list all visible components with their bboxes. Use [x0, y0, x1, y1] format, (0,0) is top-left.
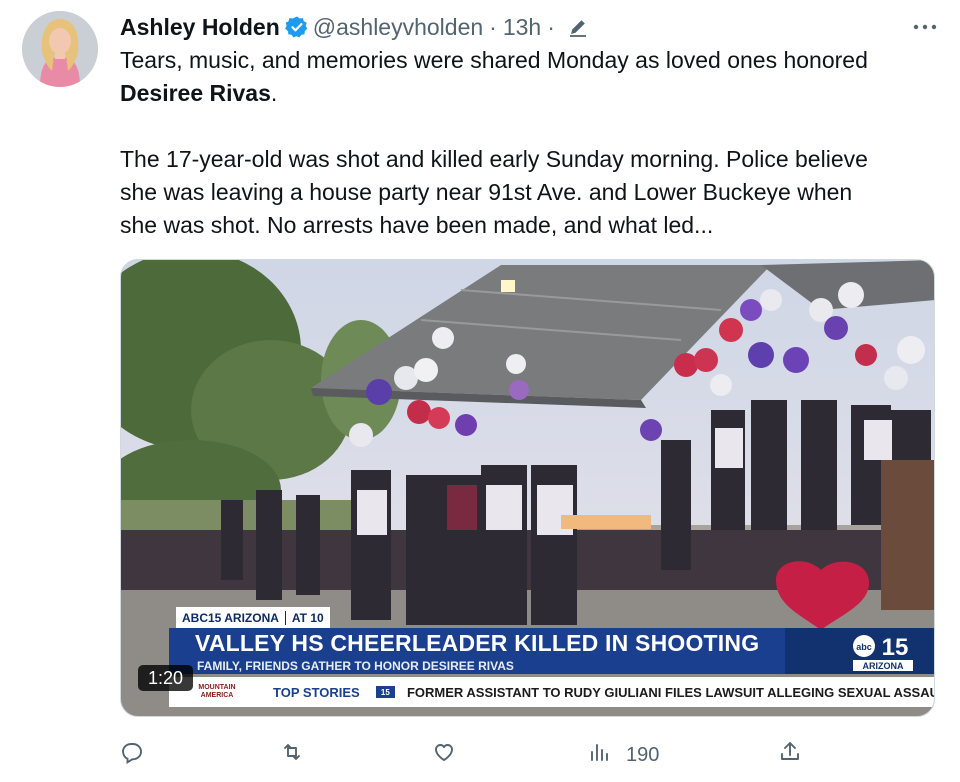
- avatar[interactable]: [22, 11, 98, 87]
- retweet-icon: [280, 740, 304, 770]
- tweet-header: Ashley Holden @ashleyvholden · 13h ·: [120, 10, 940, 44]
- tweet-text-line: she was shot. No arrests have been made,…: [120, 212, 714, 238]
- news-subheadline: FAMILY, FRIENDS GATHER TO HONOR DESIREE …: [197, 659, 514, 673]
- edit-pencil-icon[interactable]: [567, 16, 589, 38]
- tweet-text: Tears, music, and memories were shared M…: [120, 44, 935, 242]
- ticker-text: FORMER ASSISTANT TO RUDY GIULIANI FILES …: [406, 684, 935, 700]
- sponsor-text: MOUNTAIN AMERICA: [198, 684, 235, 700]
- views-count: 190: [626, 743, 660, 766]
- sponsor-bottom: AMERICA: [200, 692, 234, 699]
- video-duration: 1:20: [138, 665, 194, 691]
- logo-channel-number: 15: [882, 634, 909, 661]
- tweet-time[interactable]: 13h: [503, 13, 541, 41]
- separator-dot: ·: [547, 14, 555, 40]
- verified-badge-icon: [284, 15, 309, 39]
- share-icon: [778, 740, 802, 770]
- more-dots-icon[interactable]: [910, 12, 940, 42]
- station-tag: ABC15 ARIZONA AT 10: [176, 607, 330, 628]
- news-headline: VALLEY HS CHEERLEADER KILLED IN SHOOTING: [195, 630, 760, 656]
- views-bar-chart-icon: [588, 740, 612, 770]
- news-ticker: MOUNTAIN AMERICA TOP STORIES 15 FORMER AS…: [169, 677, 935, 707]
- honoree-name: Desiree Rivas: [120, 80, 271, 106]
- separator-dot: ·: [489, 14, 497, 40]
- news-banner: VALLEY HS CHEERLEADER KILLED IN SHOOTING…: [169, 628, 785, 674]
- like-button[interactable]: [432, 738, 456, 772]
- tweet-actions: 190: [120, 738, 920, 772]
- tweet-text-line: she was leaving a house party near 91st …: [120, 179, 853, 205]
- logo-region: ARIZONA: [863, 661, 904, 671]
- views-button[interactable]: 190: [588, 738, 659, 772]
- svg-text:abc: abc: [856, 642, 872, 652]
- time-slot: AT 10: [291, 610, 324, 625]
- share-button[interactable]: [778, 738, 802, 772]
- ticker-label: TOP STORIES: [273, 684, 360, 700]
- avatar-photo: [22, 11, 98, 87]
- station-name: ABC15 ARIZONA: [182, 610, 279, 625]
- reply-button[interactable]: [120, 738, 144, 772]
- author-name[interactable]: Ashley Holden: [120, 13, 280, 41]
- tweet-text-line: The 17-year-old was shot and killed earl…: [120, 146, 868, 172]
- retweet-button[interactable]: [280, 738, 304, 772]
- tweet-text-period: .: [270, 80, 278, 106]
- tweet-text-line1: Tears, music, and memories were shared M…: [120, 47, 868, 73]
- tweet-text-line: Tears, music, and memories were shared M…: [120, 44, 935, 77]
- tweet-text-line: Desiree Rivas.: [120, 77, 935, 110]
- ticker-channel-icon: 15: [375, 686, 395, 698]
- reply-icon: [120, 740, 144, 770]
- video-player[interactable]: ABC15 ARIZONA AT 10 VALLEY HS CHEERLEADE…: [120, 259, 935, 717]
- abc-15-logo: abc 15 ARIZONA: [851, 634, 915, 672]
- sponsor-top: MOUNTAIN: [198, 684, 236, 691]
- author-handle[interactable]: @ashleyvholden: [313, 13, 483, 41]
- heart-icon: [432, 740, 456, 770]
